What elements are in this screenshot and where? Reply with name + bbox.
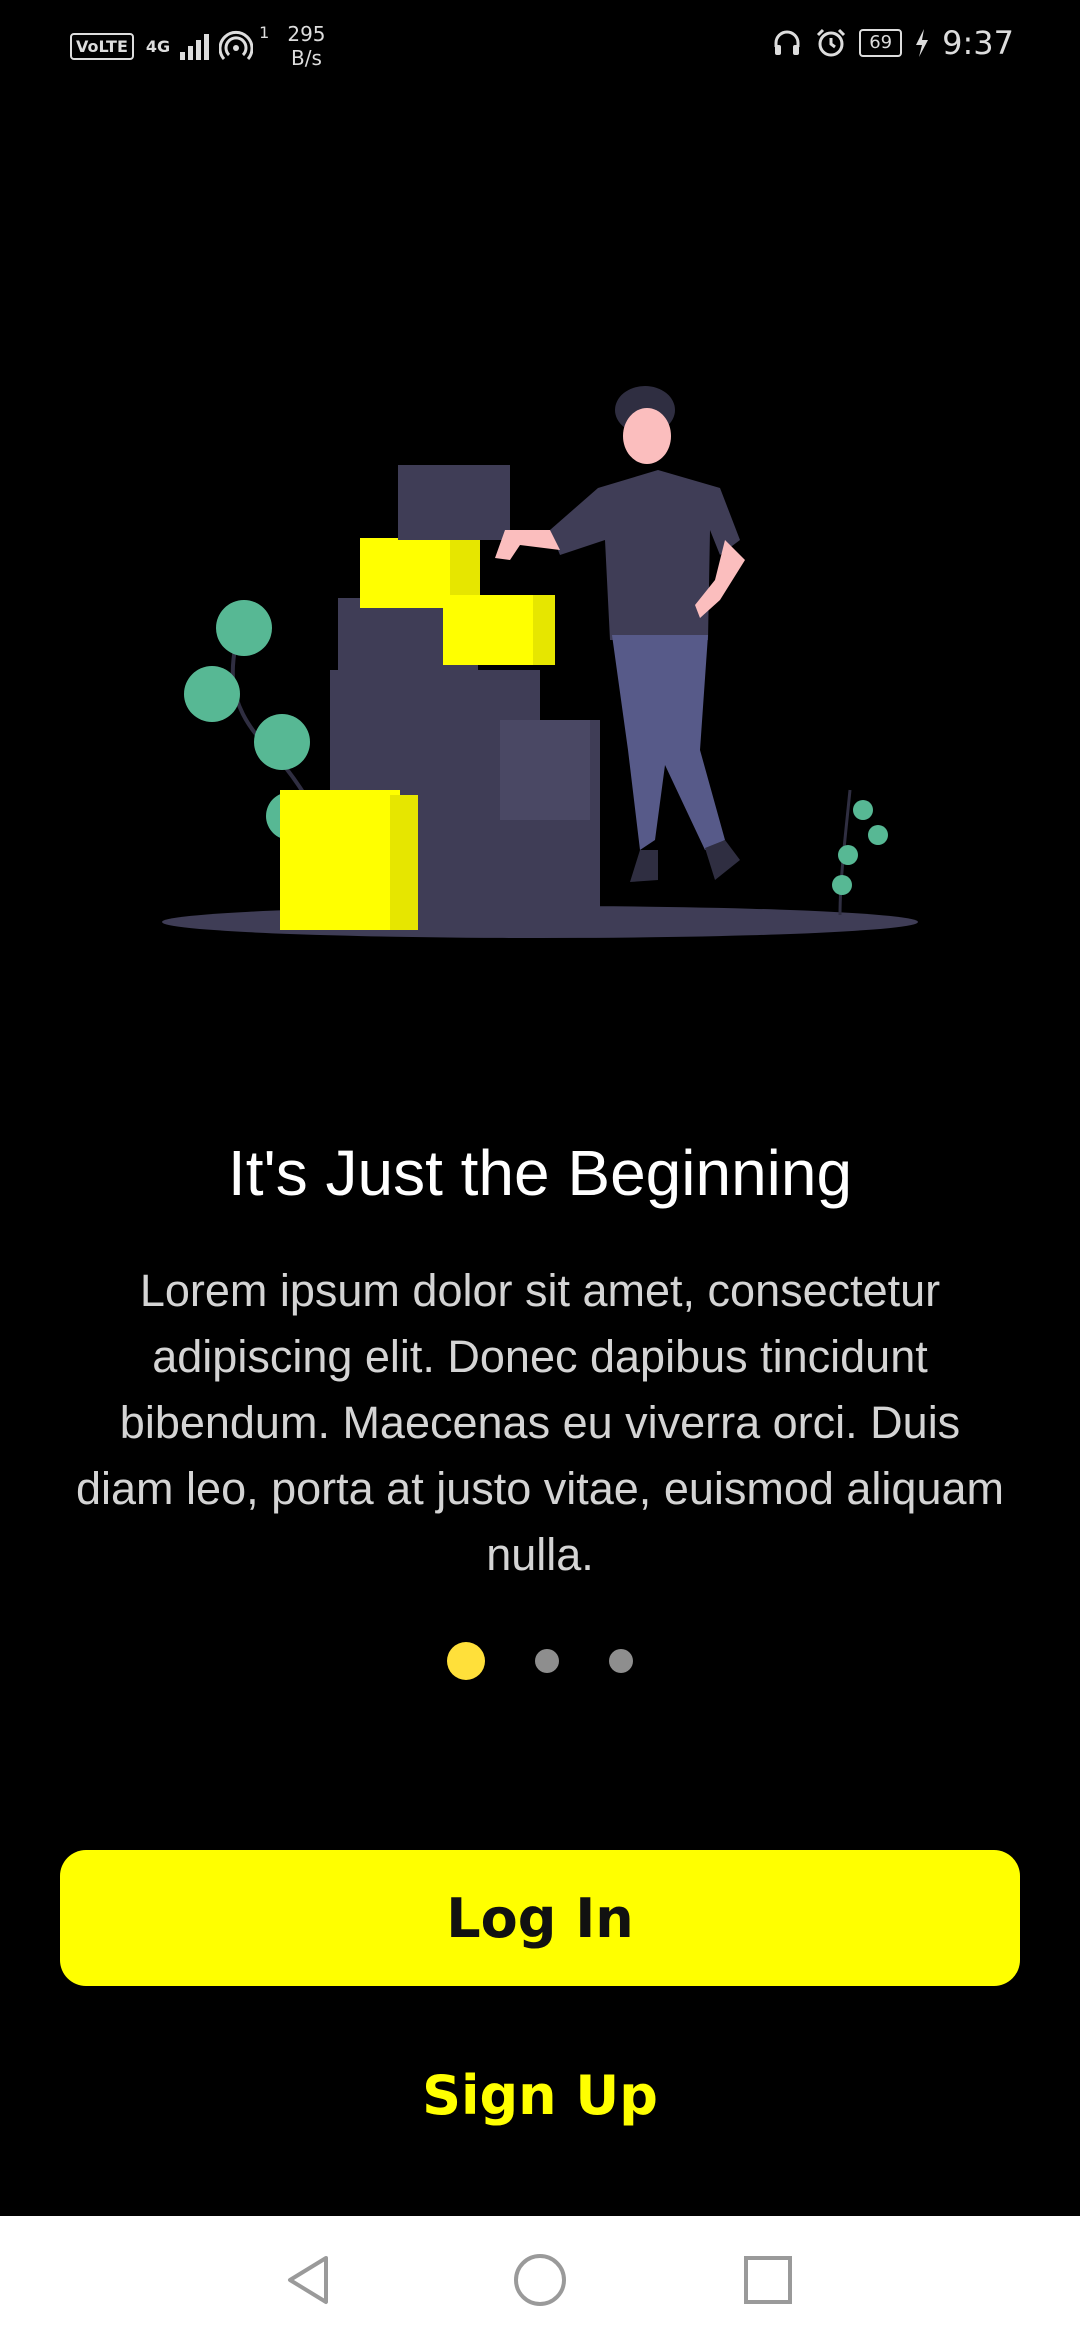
back-triangle-icon[interactable] [278, 2250, 338, 2310]
hotspot-icon [219, 30, 254, 60]
speed-unit: B/s [290, 46, 322, 70]
network-type: 4G [145, 36, 171, 56]
description-text: Lorem ipsum dolor sit amet, consectetur … [76, 1265, 1004, 1580]
signup-button[interactable]: Sign Up [0, 2050, 1080, 2140]
onboarding-illustration [162, 386, 918, 938]
headset-icon [774, 30, 800, 55]
login-button[interactable]: Log In [60, 1850, 1020, 1986]
signal-icon [180, 32, 210, 60]
home-circle-icon[interactable] [510, 2250, 570, 2310]
battery-icon: 69 [859, 29, 903, 57]
network-speed: 295 B/s [287, 22, 325, 70]
volte-indicator: VoLTE [70, 32, 134, 60]
charging-bolt-icon [916, 29, 929, 57]
clock: 9:37 [942, 24, 1014, 62]
status-right: 69 9:37 [771, 24, 1014, 62]
page-dot-2[interactable] [535, 1649, 559, 1673]
page-title: It's Just the Beginning [227, 1137, 853, 1209]
system-nav-bar [0, 2216, 1080, 2340]
plant-right [832, 789, 888, 916]
alarm-icon [817, 28, 846, 57]
status-bar: VoLTE 4G 1 295 B/s 69 9:37 [0, 0, 1080, 90]
recents-square-icon[interactable] [738, 2250, 798, 2310]
page-indicator [0, 1642, 1080, 1680]
page-dot-1[interactable] [447, 1642, 485, 1680]
page-dot-3[interactable] [609, 1649, 633, 1673]
status-left: VoLTE 4G 1 295 B/s [70, 22, 326, 70]
speed-value: 295 [287, 22, 326, 46]
hotspot-count: 1 [259, 22, 270, 42]
